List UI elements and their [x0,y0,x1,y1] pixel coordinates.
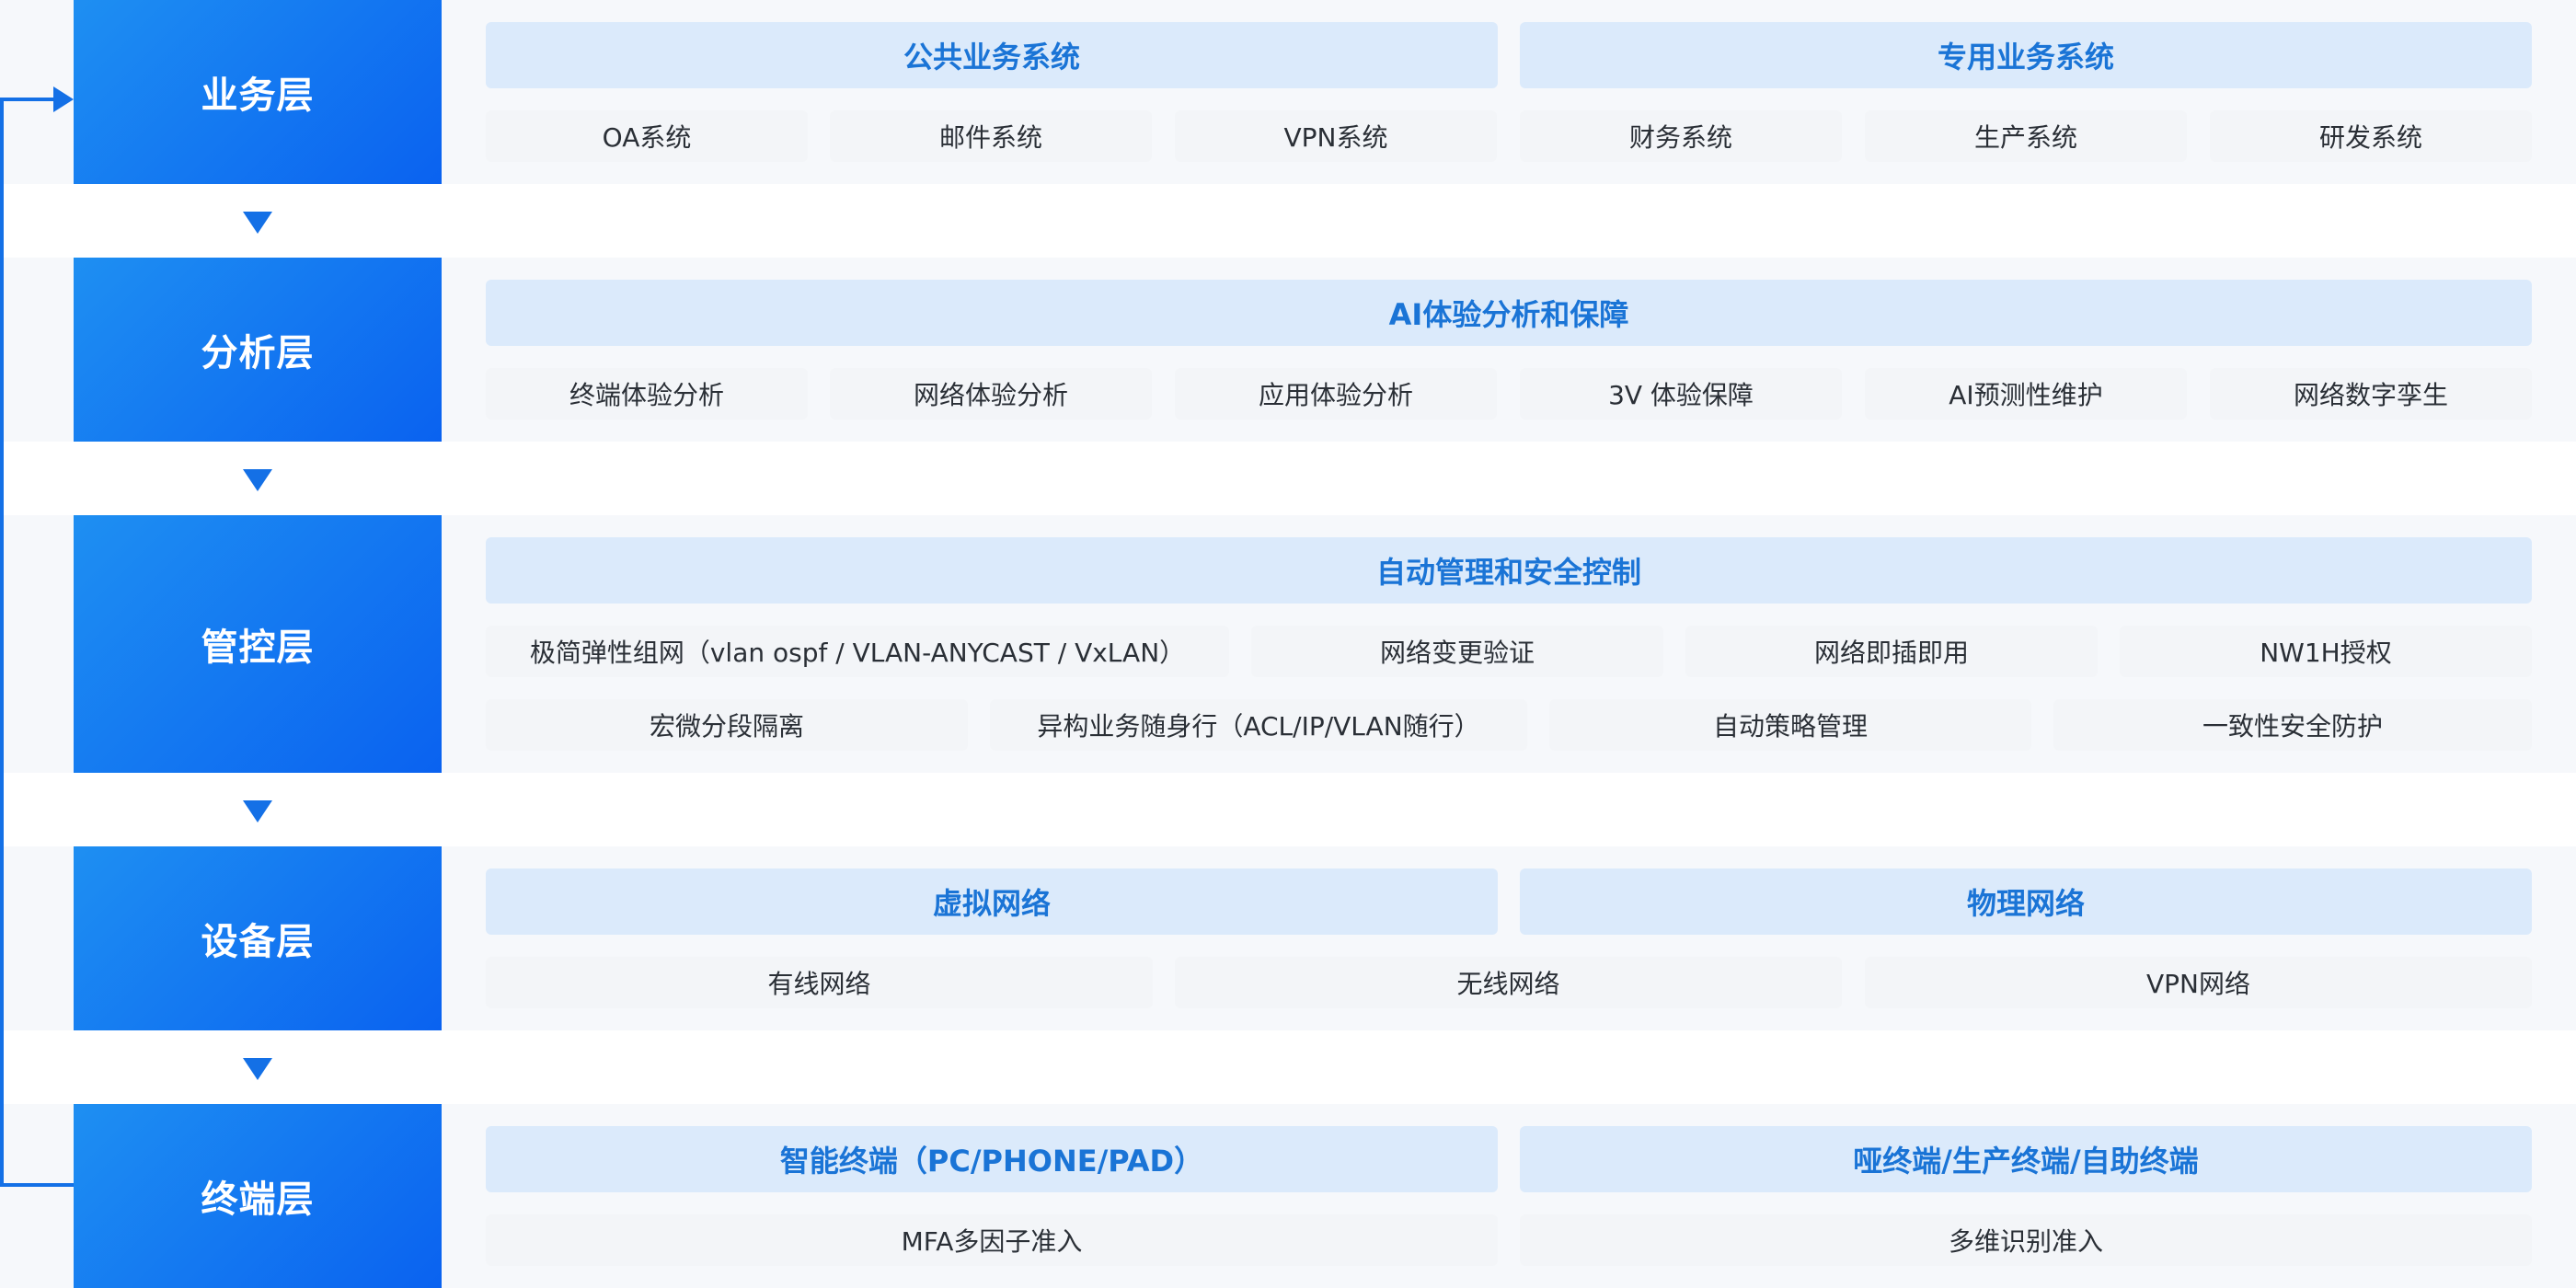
header-dumb-terminal: 哑终端/生产终端/自助终端 [1520,1126,2532,1192]
down-arrow-icon [243,212,272,234]
feedback-loop-line [0,1183,74,1187]
item-production-system: 生产系统 [1865,110,2187,162]
layer-label-terminal: 终端层 [74,1104,442,1288]
item-wireless-network: 无线网络 [1175,957,1842,1008]
item-multi-identify-access: 多维识别准入 [1520,1214,2532,1266]
item-nw1h-license: NW1H授权 [2120,626,2532,677]
layer-label-device: 设备层 [74,846,442,1030]
item-plug-and-play: 网络即插即用 [1685,626,2098,677]
down-arrow-icon [243,469,272,491]
item-3v-assurance: 3V 体验保障 [1520,368,1842,420]
item-elastic-networking: 极简弹性组网（vlan ospf / VLAN-ANYCAST / VxLAN） [486,626,1229,677]
header-smart-terminal: 智能终端（PC/PHONE/PAD） [486,1126,1498,1192]
item-rnd-system: 研发系统 [2210,110,2532,162]
item-terminal-experience: 终端体验分析 [486,368,808,420]
header-auto-management: 自动管理和安全控制 [486,537,2532,604]
item-segmentation: 宏微分段隔离 [486,699,968,751]
item-app-experience: 应用体验分析 [1175,368,1497,420]
item-mfa-access: MFA多因子准入 [486,1214,1498,1266]
item-policy-follow: 异构业务随身行（ACL/IP/VLAN随行） [990,699,1527,751]
item-oa-system: OA系统 [486,110,808,162]
header-ai-experience: AI体验分析和保障 [486,280,2532,346]
right-arrow-icon [53,86,74,112]
layer-label-business: 业务层 [74,0,442,184]
down-arrow-icon [243,800,272,822]
item-change-verification: 网络变更验证 [1251,626,1663,677]
down-arrow-icon [243,1058,272,1080]
header-virtual-network: 虚拟网络 [486,868,1498,935]
header-dedicated-business: 专用业务系统 [1520,22,2532,88]
feedback-loop-line [0,98,4,1187]
header-public-business: 公共业务系统 [486,22,1498,88]
item-digital-twin: 网络数字孪生 [2210,368,2532,420]
item-mail-system: 邮件系统 [830,110,1152,162]
item-ai-predictive: AI预测性维护 [1865,368,2187,420]
item-vpn-system: VPN系统 [1175,110,1497,162]
item-network-experience: 网络体验分析 [830,368,1152,420]
layer-label-control: 管控层 [74,515,442,773]
item-auto-policy: 自动策略管理 [1549,699,2031,751]
item-finance-system: 财务系统 [1520,110,1842,162]
feedback-loop-line [0,98,55,101]
item-wired-network: 有线网络 [486,957,1153,1008]
header-physical-network: 物理网络 [1520,868,2532,935]
item-vpn-network: VPN网络 [1865,957,2532,1008]
item-consistent-security: 一致性安全防护 [2053,699,2532,751]
layer-label-analysis: 分析层 [74,258,442,442]
